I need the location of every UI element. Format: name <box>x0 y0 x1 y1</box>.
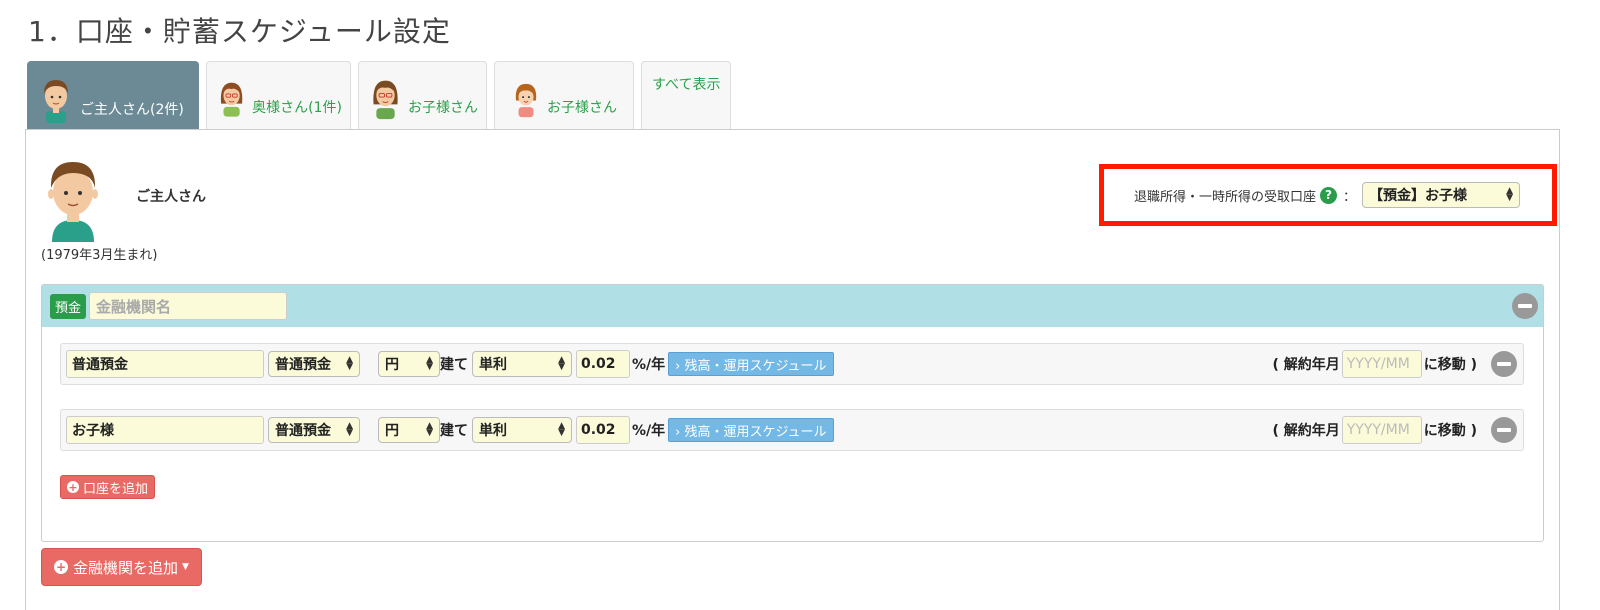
plus-circle-icon: + <box>54 560 68 574</box>
add-account-button[interactable]: + 口座を追加 <box>60 475 156 499</box>
rate-input[interactable]: 0.02 <box>576 416 630 444</box>
member-panel: ご主人さん (1979年3月生まれ) 退職所得・一時所得の受取口座 ? ： 【預… <box>25 129 1560 610</box>
account-name-input[interactable]: 普通預金 <box>66 350 264 378</box>
currency-suffix: 建て <box>440 423 468 439</box>
bank-name-input[interactable]: 金融機関名 <box>89 292 288 320</box>
bank-header: 預金 金融機関名 <box>42 285 1543 327</box>
updown-icon: ▲ ▼ <box>558 355 565 372</box>
girl-avatar-icon <box>515 83 537 118</box>
interest-select[interactable]: 単利 ▲ ▼ <box>472 351 572 377</box>
tab-husband[interactable]: ご主人さん(2件) <box>27 61 199 131</box>
remove-account-icon[interactable] <box>1491 417 1517 443</box>
retirement-account-select[interactable]: 【預金】お子様 ▲ ▼ <box>1362 182 1521 208</box>
caret-down-icon: ▼ <box>182 562 189 572</box>
husband-avatar-icon <box>48 162 98 242</box>
cancel-date-input[interactable]: YYYY/MM <box>1341 350 1422 378</box>
deposit-badge: 預金 <box>50 293 87 319</box>
tab-child-1[interactable]: お子様さん <box>358 61 487 129</box>
cancel-group: ( 解約年月 YYYY/MM に移動 ) <box>1272 416 1477 444</box>
account-row: お子様 普通預金 ▲ ▼ 円 ▲ ▼ 建て 単利 ▲ ▼ 0.02 %/年 › 残高・… <box>60 409 1524 451</box>
help-icon[interactable]: ? <box>1320 186 1338 204</box>
page-title: 1．口座・貯蓄スケジュール設定 <box>28 15 451 48</box>
select-value: 普通預金 <box>275 357 331 373</box>
tab-child-2[interactable]: お子様さん <box>494 61 634 129</box>
move-label: に移動 ) <box>1423 357 1477 373</box>
account-name-input[interactable]: お子様 <box>66 416 264 444</box>
schedule-button[interactable]: › 残高・運用スケジュール <box>668 352 834 376</box>
remove-bank-icon[interactable] <box>1512 293 1538 319</box>
updown-icon: ▲ ▼ <box>346 355 353 372</box>
rate-unit: %/年 <box>632 423 666 439</box>
rate-input[interactable]: 0.02 <box>576 350 630 378</box>
cancel-group: ( 解約年月 YYYY/MM に移動 ) <box>1272 350 1477 378</box>
schedule-button[interactable]: › 残高・運用スケジュール <box>668 418 834 442</box>
retirement-account-highlight: 退職所得・一時所得の受取口座 ? ： 【預金】お子様 ▲ ▼ <box>1099 164 1557 226</box>
husband-avatar-icon <box>44 80 68 123</box>
select-value: 普通預金 <box>275 423 331 439</box>
profile-birth: (1979年3月生まれ) <box>41 248 158 263</box>
updown-icon: ▲ ▼ <box>426 355 433 372</box>
add-account-label: 口座を追加 <box>83 481 149 497</box>
add-bank-button[interactable]: + 金融機関を追加 ▼ <box>41 548 202 586</box>
select-value: 円 <box>385 423 399 439</box>
select-value: 【預金】お子様 <box>1369 188 1468 204</box>
select-value: 単利 <box>479 423 507 439</box>
tab-wife[interactable]: 奥様さん(1件) <box>206 61 351 129</box>
updown-icon: ▲ ▼ <box>558 421 565 438</box>
member-tabs: ご主人さん(2件) 奥様さん(1件) お子様さん お子様さん すべて表示 <box>27 61 738 131</box>
plus-circle-icon: + <box>67 480 79 494</box>
account-row: 普通預金 普通預金 ▲ ▼ 円 ▲ ▼ 建て 単利 ▲ ▼ 0.02 %/年 › 残高… <box>60 343 1524 385</box>
colon: ： <box>1343 189 1357 205</box>
currency-suffix: 建て <box>440 357 468 373</box>
child-avatar-icon <box>373 80 398 120</box>
move-label: に移動 ) <box>1423 423 1477 439</box>
wife-avatar-icon <box>220 82 243 117</box>
rate-unit: %/年 <box>632 357 666 373</box>
cancel-label: ( 解約年月 <box>1272 423 1340 439</box>
currency-select[interactable]: 円 ▲ ▼ <box>378 417 440 443</box>
cancel-label: ( 解約年月 <box>1272 357 1340 373</box>
cancel-date-input[interactable]: YYYY/MM <box>1341 416 1422 444</box>
profile-name: ご主人さん <box>136 189 206 205</box>
account-type-select[interactable]: 普通預金 ▲ ▼ <box>268 417 360 443</box>
tab-label: ご主人さん(2件) <box>80 102 184 118</box>
select-value: 円 <box>385 357 399 373</box>
tab-label: お子様さん <box>547 100 617 116</box>
tab-label: お子様さん <box>408 100 478 116</box>
select-value: 単利 <box>479 357 507 373</box>
bank-box: 預金 金融機関名 普通預金 普通預金 ▲ ▼ 円 ▲ ▼ 建て 単利 ▲ ▼ 0.02… <box>41 284 1544 542</box>
tab-label: 奥様さん(1件) <box>252 100 342 116</box>
updown-icon: ▲ ▼ <box>346 421 353 438</box>
tab-label: すべて表示 <box>652 77 721 93</box>
interest-select[interactable]: 単利 ▲ ▼ <box>472 417 572 443</box>
updown-icon: ▲ ▼ <box>426 421 433 438</box>
tab-show-all[interactable]: すべて表示 <box>641 61 731 129</box>
updown-icon: ▲ ▼ <box>1506 186 1514 203</box>
retirement-account-label: 退職所得・一時所得の受取口座 <box>1134 189 1317 205</box>
remove-account-icon[interactable] <box>1491 351 1517 377</box>
account-type-select[interactable]: 普通預金 ▲ ▼ <box>268 351 360 377</box>
currency-select[interactable]: 円 ▲ ▼ <box>378 351 440 377</box>
add-bank-label: 金融機関を追加 <box>73 558 179 577</box>
